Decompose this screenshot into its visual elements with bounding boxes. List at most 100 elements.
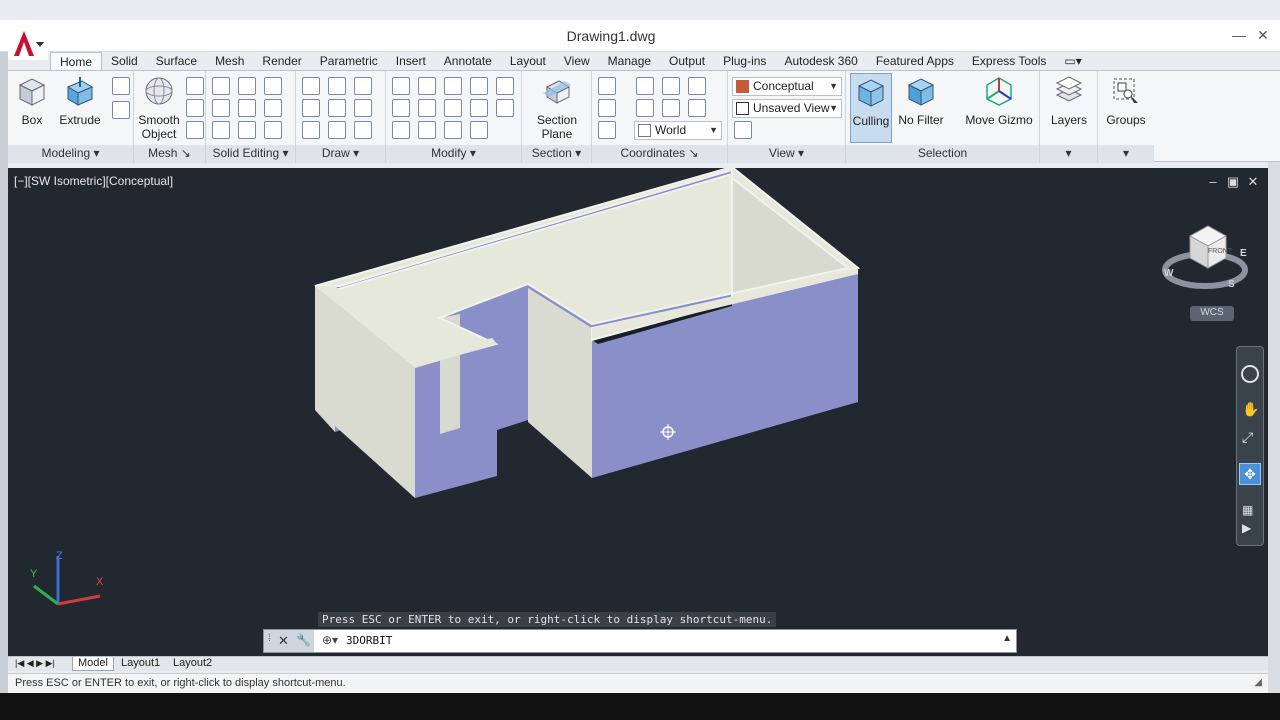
hatch-icon[interactable] xyxy=(328,77,346,95)
box-button[interactable]: Box xyxy=(14,75,50,127)
mesh-refine-icon[interactable] xyxy=(186,121,204,139)
modeling-panel-title[interactable]: Modeling ▾ xyxy=(8,145,133,163)
ucs-view-icon[interactable] xyxy=(688,99,706,117)
mesh-panel-title[interactable]: Mesh ↘ xyxy=(134,145,205,163)
layers-panel-expand[interactable]: ▾ xyxy=(1040,145,1097,163)
rotate-icon[interactable] xyxy=(444,99,462,117)
slice-icon[interactable] xyxy=(238,99,256,117)
construction-line-icon[interactable] xyxy=(328,99,346,117)
command-input[interactable]: 3DORBIT xyxy=(346,634,392,647)
ellipse-icon[interactable] xyxy=(354,121,372,139)
layout-nav-arrows[interactable]: |◀ ◀ ▶ ▶| xyxy=(10,657,60,671)
tab-layout2[interactable]: Layout2 xyxy=(168,657,217,671)
pan-hand-icon[interactable]: ✋ xyxy=(1242,401,1259,418)
compass-west[interactable]: W xyxy=(1164,268,1173,279)
tab-insert[interactable]: Insert xyxy=(387,52,435,72)
mesh-smooth-more-icon[interactable] xyxy=(186,99,204,117)
align-icon[interactable] xyxy=(392,99,410,117)
tab-view[interactable]: View xyxy=(555,52,599,72)
close-button[interactable]: ✕ xyxy=(1250,24,1276,46)
zoom-extents-icon[interactable]: ⤢ xyxy=(1242,429,1253,446)
presspull-icon[interactable] xyxy=(112,101,130,119)
modify-panel-title[interactable]: Modify ▾ xyxy=(386,145,521,163)
tab-surface[interactable]: Surface xyxy=(147,52,206,72)
tab-model[interactable]: Model xyxy=(72,657,114,671)
mirror-icon[interactable] xyxy=(418,99,436,117)
tab-solid[interactable]: Solid xyxy=(102,52,147,72)
command-line[interactable]: ⁞ ✕ 🔧 ⊕▾ 3DORBIT ▲ xyxy=(263,629,1017,653)
tab-annotate[interactable]: Annotate xyxy=(435,52,501,72)
showmotion-icon[interactable]: ▦ xyxy=(1242,503,1253,517)
ucs-origin-icon[interactable] xyxy=(636,77,654,95)
tab-express-tools[interactable]: Express Tools xyxy=(963,52,1055,72)
section-panel-title[interactable]: Section ▾ xyxy=(522,145,591,163)
ucs-icon[interactable] xyxy=(598,77,616,95)
ucs-previous-icon[interactable] xyxy=(636,99,654,117)
ucs-world-dropdown[interactable]: World ▼ xyxy=(634,121,722,140)
coordinates-panel-title[interactable]: Coordinates ↘ xyxy=(592,145,727,163)
viewcube-front-face[interactable]: FRONT xyxy=(1208,248,1232,255)
visual-style-dropdown[interactable]: Conceptual ▼ xyxy=(732,77,842,96)
ucs-3-point-icon[interactable] xyxy=(688,77,706,95)
ucs-x-icon[interactable] xyxy=(598,99,616,117)
line-icon[interactable] xyxy=(354,77,372,95)
tab-mesh[interactable]: Mesh xyxy=(206,52,253,72)
copy-icon[interactable] xyxy=(470,99,488,117)
3d-move-icon[interactable] xyxy=(444,77,462,95)
erase-icon[interactable] xyxy=(392,121,410,139)
3d-mirror-icon[interactable] xyxy=(496,99,514,117)
saved-view-dropdown[interactable]: Unsaved View ▼ xyxy=(732,99,842,118)
tab-plug-ins[interactable]: Plug-ins xyxy=(714,52,775,72)
tab-layout1[interactable]: Layout1 xyxy=(116,657,165,671)
separate-icon[interactable] xyxy=(264,77,282,95)
intersect-icon[interactable] xyxy=(212,121,230,139)
steering-wheel-icon[interactable] xyxy=(1241,365,1259,383)
array-icon[interactable] xyxy=(470,121,488,139)
tab-home[interactable]: Home xyxy=(50,52,103,72)
layers-button[interactable]: Layers xyxy=(1046,75,1092,127)
stretch-icon[interactable] xyxy=(444,121,462,139)
viewport-config-icon[interactable] xyxy=(734,121,752,139)
extract-edges-icon[interactable] xyxy=(238,77,256,95)
groups-button[interactable]: Groups xyxy=(1102,75,1150,127)
shell-icon[interactable] xyxy=(238,121,256,139)
viewcube[interactable] xyxy=(1160,218,1250,298)
smooth-object-button[interactable]: Smooth Object xyxy=(136,75,182,141)
mesh-box-icon[interactable] xyxy=(186,77,204,95)
ucs-z-axis-icon[interactable] xyxy=(662,77,680,95)
offset-edge-icon[interactable] xyxy=(264,99,282,117)
tab-render[interactable]: Render xyxy=(253,52,310,72)
groups-panel-expand[interactable]: ▾ xyxy=(1098,145,1154,163)
close-icon[interactable]: ✕ xyxy=(278,633,289,649)
polysolid-icon[interactable] xyxy=(112,77,130,95)
ribbon-options-icon[interactable]: ▭▾ xyxy=(1055,52,1090,72)
move-icon[interactable] xyxy=(418,77,436,95)
trim-icon[interactable] xyxy=(392,77,410,95)
polyline-icon[interactable] xyxy=(302,99,320,117)
fillet-edge-icon[interactable] xyxy=(264,121,282,139)
resize-grip-icon[interactable]: ◢ xyxy=(1254,677,1262,688)
tab-manage[interactable]: Manage xyxy=(599,52,660,72)
application-menu-button[interactable] xyxy=(8,28,48,60)
minimize-button[interactable]: — xyxy=(1226,24,1252,46)
no-filter-button[interactable]: No Filter xyxy=(898,75,944,127)
culling-button[interactable]: Culling xyxy=(850,73,892,143)
wrench-icon[interactable]: 🔧 xyxy=(296,633,311,647)
circle-icon[interactable] xyxy=(354,99,372,117)
rectangle-icon[interactable] xyxy=(328,121,346,139)
tab-parametric[interactable]: Parametric xyxy=(311,52,387,72)
arc-icon[interactable] xyxy=(302,77,320,95)
union-icon[interactable] xyxy=(212,77,230,95)
ucs-named-icon[interactable] xyxy=(598,121,616,139)
command-line-grip[interactable]: ⁞ ✕ 🔧 xyxy=(264,630,314,652)
tab-autodesk-360[interactable]: Autodesk 360 xyxy=(775,52,866,72)
model-viewport[interactable]: [−][SW Isometric][Conceptual] – ▣ ✕ Z Y … xyxy=(8,168,1268,656)
3d-rotate-icon[interactable] xyxy=(470,77,488,95)
section-plane-button[interactable]: Section Plane xyxy=(530,75,584,141)
fillet-icon[interactable] xyxy=(496,77,514,95)
tab-output[interactable]: Output xyxy=(660,52,714,72)
view-panel-title[interactable]: View ▾ xyxy=(728,145,845,163)
orbit-tool-icon[interactable]: ✥ xyxy=(1239,463,1261,485)
compass-south[interactable]: S xyxy=(1228,279,1235,290)
wcs-menu[interactable]: WCS xyxy=(1190,306,1234,321)
